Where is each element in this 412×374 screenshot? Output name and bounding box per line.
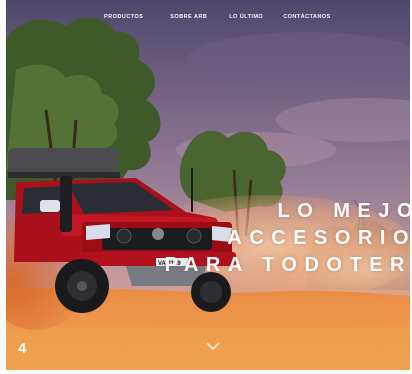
- chevron-down-icon[interactable]: [206, 341, 220, 351]
- nav-link-contactanos[interactable]: CONTÁCTANOS: [283, 14, 331, 20]
- nav-link-sobre-arb[interactable]: SOBRE ARB: [170, 14, 207, 20]
- hero-headline: LO MEJO ACCESORIO PARA TODOTER: [150, 198, 410, 279]
- hero-line: ACCESORIO: [227, 227, 410, 249]
- hero-line: PARA TODOTER: [164, 254, 410, 276]
- hero-background-image: VA 3199: [6, 0, 410, 370]
- nav-link-productos[interactable]: PRODUCTOS: [104, 14, 143, 20]
- nav-link-lo-ultimo[interactable]: LO ÚLTIMO: [229, 14, 263, 20]
- main-nav: PRODUCTOS SOBRE ARB LO ÚLTIMO CONTÁCTANO…: [102, 14, 331, 20]
- slide-number: 4: [18, 340, 27, 357]
- hero-banner: VA 3199 PRODUCTOS SOBRE ARB LO ÚLTIMO CO…: [6, 0, 410, 370]
- hero-line: LO MEJO: [277, 200, 410, 222]
